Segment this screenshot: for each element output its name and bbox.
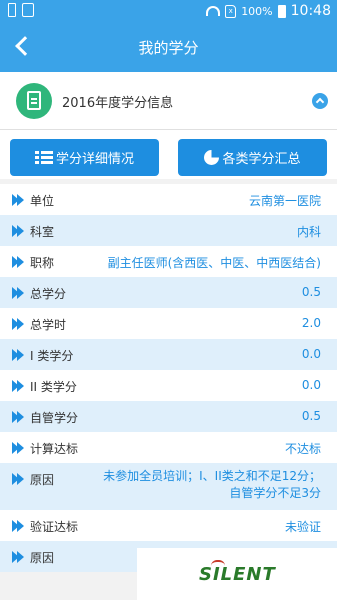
row-label: 单位 (30, 194, 55, 208)
battery-percent: 100% (241, 4, 273, 18)
clock: 10:48 (290, 3, 331, 19)
wifi-icon (206, 6, 221, 16)
credit-summary-button[interactable]: 各类学分汇总 (178, 139, 327, 176)
notification-icon (22, 3, 34, 17)
button-area: 学分详细情况 各类学分汇总 (0, 130, 337, 179)
row-label: 计算达标 (30, 442, 79, 456)
double-arrow-icon (12, 287, 24, 299)
list-item: 自管学分 0.5 (0, 401, 337, 432)
row-label: 总学分 (30, 287, 67, 301)
list-item: II 类学分 0.0 (0, 370, 337, 401)
double-arrow-icon (12, 442, 24, 454)
status-bar: x 100% 10:48 (0, 0, 337, 22)
list-item: 职称 副主任医师(含西医、中医、中西医结合) (0, 246, 337, 277)
watermark-text: SILENT (199, 564, 276, 585)
row-label: 原因 (30, 551, 55, 565)
double-arrow-icon (12, 256, 24, 268)
row-value: 0.5 (301, 409, 321, 423)
row-label: 原因 (30, 473, 55, 487)
list-item: 验证达标 未验证 (0, 510, 337, 541)
credit-summary-label: 各类学分汇总 (222, 152, 301, 167)
list-item: 计算达标 不达标 (0, 432, 337, 463)
row-label: II 类学分 (30, 380, 77, 394)
credit-detail-label: 学分详细情况 (55, 152, 134, 167)
row-label: 验证达标 (30, 520, 79, 534)
row-label: 总学时 (30, 318, 67, 332)
row-label: 自管学分 (30, 411, 79, 425)
sim-icon: x (225, 4, 237, 18)
list-item: 总学时 2.0 (0, 308, 337, 339)
double-arrow-icon (12, 551, 24, 563)
page-title: 我的学分 (138, 39, 199, 57)
row-value: 不达标 (284, 442, 321, 456)
info-header[interactable]: 2016年度学分信息 (0, 72, 337, 130)
list-item: 科室 内科 (0, 215, 337, 246)
row-label: I 类学分 (30, 349, 74, 363)
row-value: 副主任医师(含西医、中医、中西医结合) (107, 256, 321, 270)
double-arrow-icon (12, 194, 24, 206)
info-title: 2016年度学分信息 (62, 96, 174, 111)
usb-icon (8, 3, 16, 17)
double-arrow-icon (12, 225, 24, 237)
row-value: 0.0 (301, 378, 321, 392)
credit-info-list: 单位 云南第一医院 科室 内科 职称 副主任医师(含西医、中医、中西医结合) 总… (0, 184, 337, 572)
double-arrow-icon (12, 473, 24, 485)
row-value: 0.5 (301, 285, 321, 299)
list-item: 原因 未参加全员培训；I、II类之和不足12分；自管学分不足3分 (0, 463, 337, 510)
row-value: 内科 (296, 225, 321, 239)
list-icon (34, 150, 53, 165)
chevron-up-icon (315, 97, 325, 107)
credit-detail-button[interactable]: 学分详细情况 (10, 139, 159, 176)
list-item: 总学分 0.5 (0, 277, 337, 308)
double-arrow-icon (12, 380, 24, 392)
row-value: 2.0 (301, 316, 321, 330)
double-arrow-icon (12, 349, 24, 361)
row-value: 未验证 (284, 520, 321, 534)
list-item: 单位 云南第一医院 (0, 184, 337, 215)
pie-chart-icon (204, 150, 220, 165)
row-label: 职称 (30, 256, 55, 270)
row-value: 0.0 (301, 347, 321, 361)
row-label: 科室 (30, 225, 55, 239)
battery-icon (277, 4, 286, 18)
list-item: I 类学分 0.0 (0, 339, 337, 370)
collapse-button[interactable] (312, 93, 328, 109)
double-arrow-icon (12, 411, 24, 423)
row-value: 未参加全员培训；I、II类之和不足12分；自管学分不足3分 (103, 469, 321, 500)
nav-bar: 我的学分 (0, 22, 337, 72)
watermark-logo: SILENT (137, 548, 337, 600)
document-icon (16, 83, 52, 119)
row-value: 云南第一医院 (248, 194, 321, 208)
double-arrow-icon (12, 520, 24, 532)
double-arrow-icon (12, 318, 24, 330)
